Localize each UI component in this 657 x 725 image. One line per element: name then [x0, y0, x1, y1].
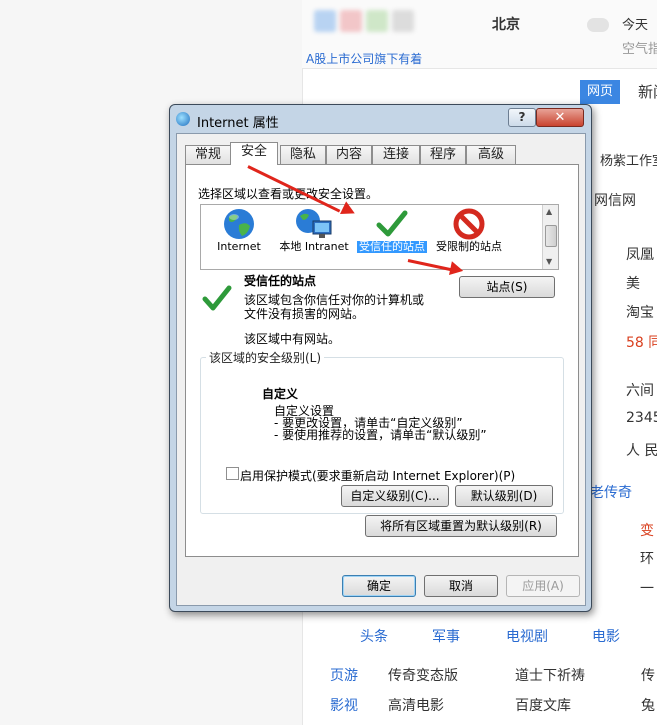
blurred-logo: [340, 10, 362, 32]
sites-button[interactable]: 站点(S): [459, 276, 555, 298]
globe-icon: [224, 209, 254, 239]
tab-connections[interactable]: 连接: [372, 145, 420, 164]
browser-header: 北京 今天 空气指 A股上市公司旗下有着: [302, 0, 657, 69]
site-link[interactable]: 淘宝: [626, 302, 654, 322]
site-link[interactable]: 网信网: [594, 190, 636, 210]
help-button[interactable]: ?: [508, 108, 536, 127]
blurred-logo: [392, 10, 414, 32]
security-level-label: 该区域的安全级别(L): [206, 349, 325, 366]
zone-has-sites: 该区域中有网站。: [244, 332, 341, 346]
nav-item[interactable]: 军事: [432, 626, 460, 646]
site-link[interactable]: 2345: [626, 410, 657, 426]
weather-today: 今天: [622, 18, 649, 33]
link-item[interactable]: 传奇变态版: [388, 665, 458, 685]
check-icon: [376, 210, 408, 237]
zone-trusted-sites[interactable]: 受信任的站点: [357, 207, 427, 267]
link-item[interactable]: 兔: [641, 695, 655, 715]
tab-news[interactable]: 新闻: [638, 80, 657, 104]
zone-label: Internet: [217, 240, 261, 253]
link-item[interactable]: 高清电影: [388, 695, 444, 715]
headline-link[interactable]: A股上市公司旗下有着: [306, 50, 422, 67]
zone-restricted-sites[interactable]: 受限制的站点: [434, 207, 504, 267]
cancel-button[interactable]: 取消: [424, 575, 498, 597]
scroll-up-icon[interactable]: ▲: [546, 207, 552, 216]
zone-label: 受信任的站点: [357, 240, 427, 253]
zone-list-scrollbar[interactable]: ▲ ▼: [542, 205, 558, 269]
site-link[interactable]: 六间: [626, 380, 654, 400]
custom-level-title: 自定义: [262, 387, 299, 401]
scroll-thumb[interactable]: [545, 225, 557, 247]
zone-local-intranet[interactable]: 本地 Intranet: [279, 207, 349, 267]
site-link[interactable]: 变: [640, 520, 654, 540]
site-link[interactable]: 环: [640, 548, 654, 568]
site-link[interactable]: 58 同: [626, 332, 657, 352]
prohibited-icon: [453, 208, 485, 240]
link-item[interactable]: 百度文库: [515, 695, 571, 715]
game-link[interactable]: 老传奇: [590, 482, 632, 502]
site-link[interactable]: 美: [626, 273, 640, 293]
custom-level-line: - 要使用推荐的设置，请单击“默认级别”: [274, 428, 487, 442]
tab-general[interactable]: 常规: [185, 145, 231, 164]
air-quality: 空气指: [622, 42, 657, 57]
link-category[interactable]: 影视: [330, 695, 358, 715]
zone-internet[interactable]: Internet: [204, 207, 274, 267]
tab-content[interactable]: 内容: [326, 145, 372, 164]
trusted-check-icon: [202, 285, 232, 311]
zone-list[interactable]: Internet 本地 Intranet 受信任的站点 受限制的站点 ▲ ▼: [200, 204, 559, 270]
city-label: 北京: [492, 17, 520, 33]
nav-item[interactable]: 电影: [592, 626, 620, 646]
intranet-icon: [296, 209, 332, 238]
site-link[interactable]: 凤凰: [626, 244, 654, 264]
hot-search-item[interactable]: 杨紫工作室: [600, 150, 657, 169]
tab-advanced[interactable]: 高级: [466, 145, 516, 164]
internet-properties-dialog: Internet 属性 ? ✕ 常规 安全 隐私 内容 连接 程序 高级 选择区…: [169, 104, 592, 612]
reset-all-zones-button[interactable]: 将所有区域重置为默认级别(R): [365, 515, 557, 537]
protected-mode-checkbox[interactable]: [226, 467, 239, 480]
scroll-down-icon[interactable]: ▼: [546, 257, 552, 266]
zone-title: 受信任的站点: [244, 274, 317, 288]
dialog-titlebar[interactable]: Internet 属性 ? ✕: [170, 105, 591, 133]
tab-web[interactable]: 网页: [580, 80, 620, 104]
tab-privacy[interactable]: 隐私: [280, 145, 326, 164]
site-link[interactable]: 人 民: [626, 440, 657, 460]
nav-item[interactable]: 电视剧: [506, 626, 548, 646]
custom-level-button[interactable]: 自定义级别(C)...: [341, 485, 449, 507]
protected-mode-label[interactable]: 启用保护模式(要求重新启动 Internet Explorer)(P): [240, 467, 515, 484]
weather-icon: [587, 18, 609, 32]
zone-label: 受限制的站点: [436, 240, 502, 253]
zone-description: 该区域包含你信任对你的计算机或文件没有损害的网站。: [244, 293, 425, 321]
ok-button[interactable]: 确定: [342, 575, 416, 597]
dialog-title: Internet 属性: [197, 116, 279, 131]
link-category[interactable]: 页游: [330, 665, 358, 685]
category-nav: 头条 军事 电视剧 电影: [302, 615, 657, 655]
tab-security[interactable]: 安全: [230, 142, 278, 165]
zone-label: 本地 Intranet: [279, 240, 349, 253]
blurred-logo: [366, 10, 388, 32]
site-link[interactable]: 一: [640, 578, 654, 598]
ie-globe-icon: [176, 112, 190, 126]
blurred-logo: [314, 10, 336, 32]
nav-item[interactable]: 头条: [360, 626, 388, 646]
default-level-button[interactable]: 默认级别(D): [455, 485, 553, 507]
link-item[interactable]: 传: [641, 665, 655, 685]
apply-button[interactable]: 应用(A): [506, 575, 580, 597]
link-item[interactable]: 道士下祈祷: [515, 665, 585, 685]
close-button[interactable]: ✕: [536, 108, 584, 127]
tab-programs[interactable]: 程序: [420, 145, 466, 164]
